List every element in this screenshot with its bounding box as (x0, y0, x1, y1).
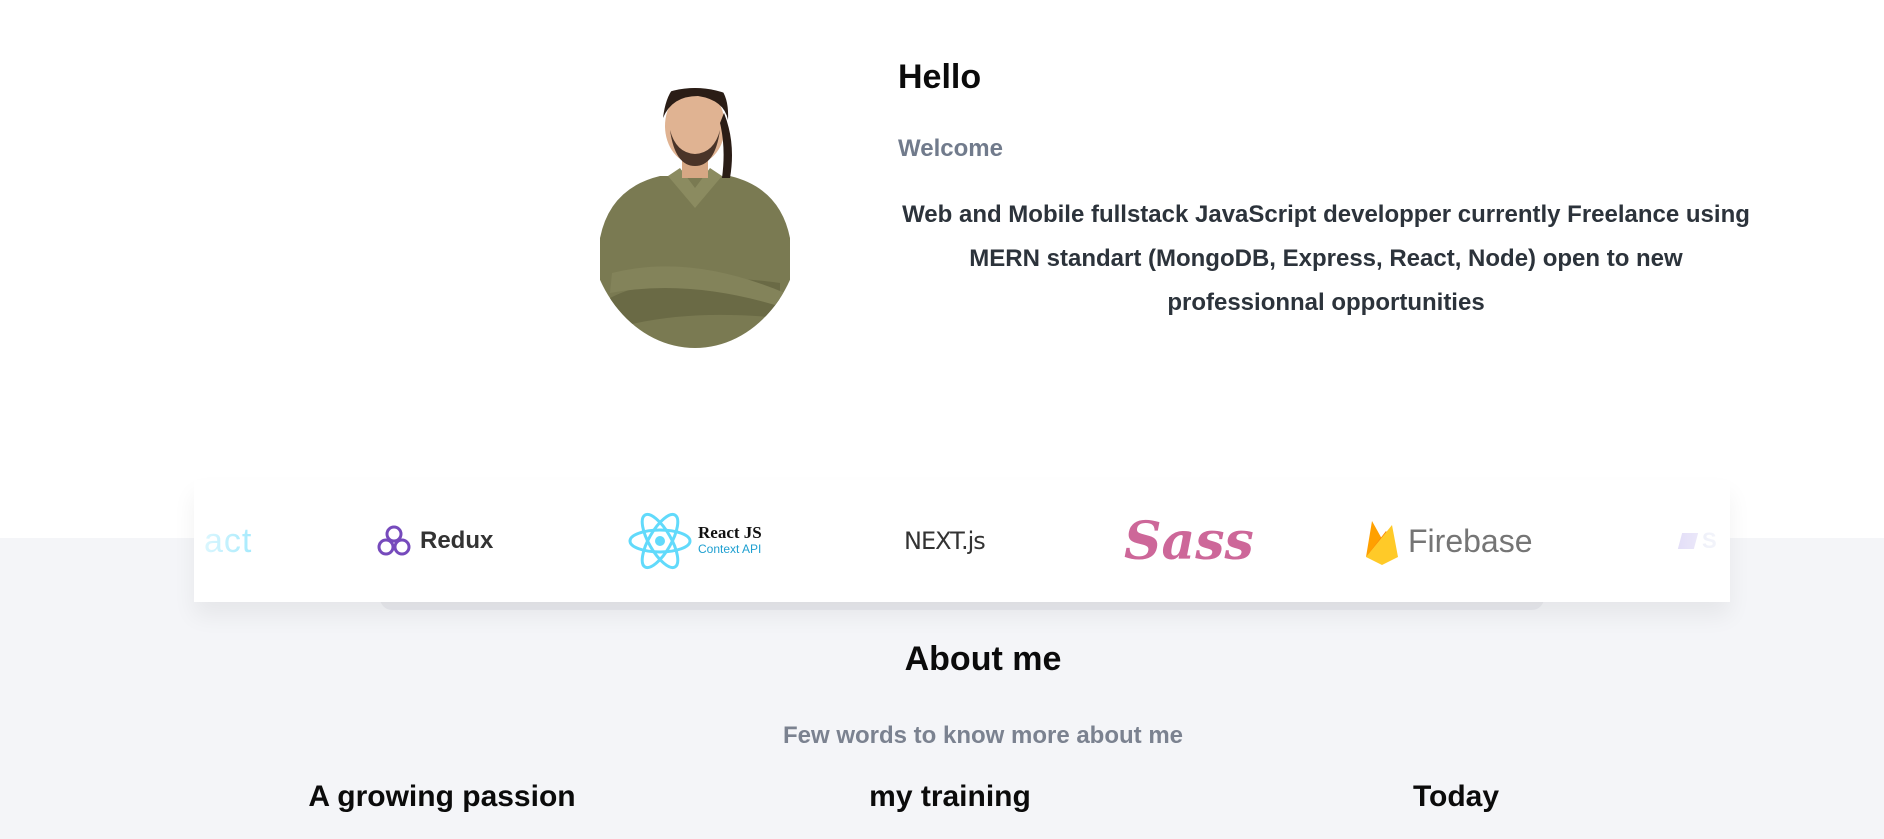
firebase-icon (1366, 521, 1398, 565)
hero-section: Hello Welcome Web and Mobile fullstack J… (0, 0, 1884, 538)
tech-carousel: act Redux React JS Context API NEXT.js S… (194, 480, 1730, 602)
about-subtitle: Few words to know more about me (782, 722, 1184, 749)
redux-label: Redux (420, 527, 494, 554)
tech-item-nextjs: NEXT.js (904, 480, 986, 602)
hero-intro: Web and Mobile fullstack JavaScript deve… (902, 201, 1750, 316)
about-column-today: Today (1412, 780, 1500, 813)
carousel-fade-left (194, 480, 314, 602)
about-title: About me (904, 640, 1062, 678)
hero-subtitle: Welcome (898, 135, 1003, 162)
react-label: React JS (698, 523, 762, 542)
nextjs-icon: NEXT.js (904, 527, 986, 555)
carousel-fade-right (1610, 480, 1730, 602)
firebase-label: Firebase (1408, 522, 1533, 559)
profile-avatar (600, 88, 790, 348)
about-column-training: my training (869, 780, 1031, 813)
tech-item-redux: Redux (376, 480, 493, 602)
redux-icon (377, 525, 411, 556)
tech-item-react: React JS Context API (628, 480, 762, 602)
react-sublabel: Context API (698, 542, 762, 556)
tech-item-sass: Sass (1124, 480, 1254, 602)
sass-icon: Sass (1124, 510, 1254, 572)
hero-title: Hello (898, 58, 982, 96)
about-column-passion: A growing passion (308, 780, 576, 813)
react-atom-icon (628, 512, 692, 570)
tech-item-firebase: Firebase (1364, 480, 1533, 602)
